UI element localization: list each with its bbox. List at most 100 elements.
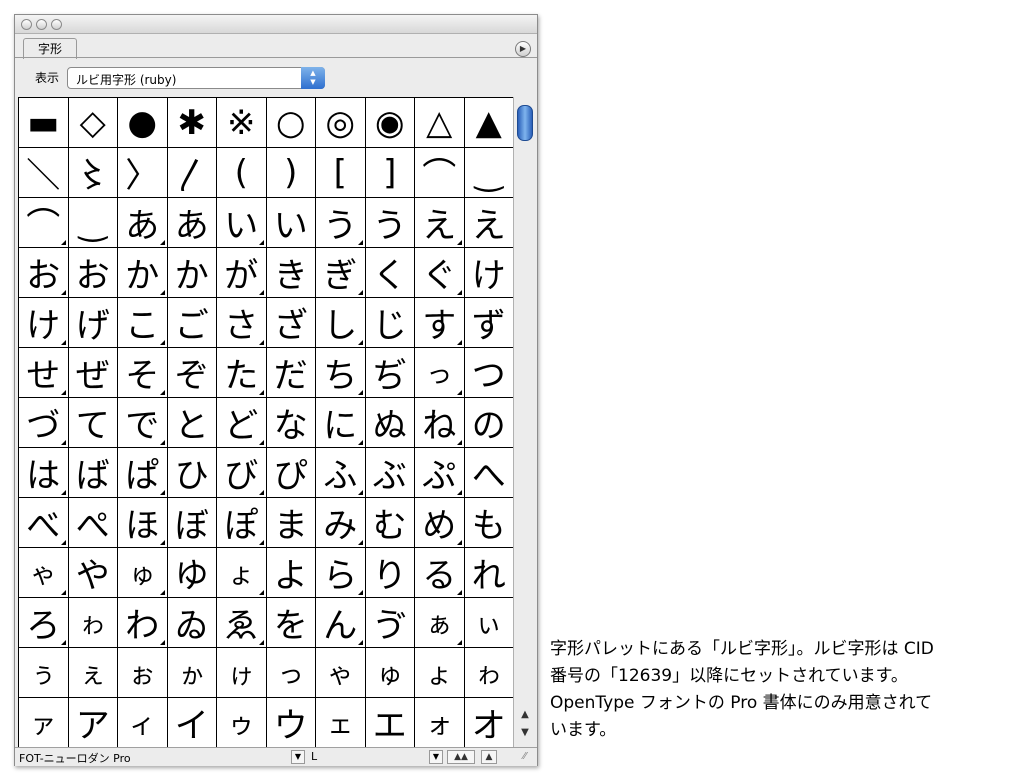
glyph-cell[interactable]: ] (365, 148, 415, 198)
glyph-cell[interactable]: △ (415, 98, 465, 148)
glyph-cell[interactable]: て (68, 398, 118, 448)
glyph-cell[interactable]: ア (68, 698, 118, 748)
glyph-cell[interactable]: れ (464, 548, 514, 598)
zoom-window-button[interactable] (51, 19, 62, 30)
glyph-cell[interactable]: え (415, 198, 465, 248)
glyph-cell[interactable]: だ (266, 348, 316, 398)
glyph-cell[interactable]: ゐ (167, 598, 217, 648)
glyph-cell[interactable]: イ (167, 698, 217, 748)
glyph-cell[interactable]: ど (217, 398, 267, 448)
glyph-cell[interactable]: ご (167, 298, 217, 348)
glyph-cell[interactable]: ◎ (316, 98, 366, 148)
glyph-cell[interactable]: お (19, 248, 69, 298)
font-style-dropdown-icon[interactable]: ▼ (429, 750, 443, 764)
glyph-cell[interactable]: ょ (415, 648, 465, 698)
glyph-cell[interactable]: け (464, 248, 514, 298)
glyph-cell[interactable]: ォ (415, 698, 465, 748)
glyph-cell[interactable]: ゎ (464, 648, 514, 698)
show-select[interactable]: ルビ用字形 (ruby) ▲ ▼ (67, 67, 325, 89)
glyph-cell[interactable]: ぎ (316, 248, 366, 298)
glyph-cell[interactable]: ゖ (217, 648, 267, 698)
glyph-cell[interactable]: ウ (266, 698, 316, 748)
glyph-cell[interactable]: ろ (19, 598, 69, 648)
title-bar[interactable] (15, 15, 537, 34)
glyph-cell[interactable]: な (266, 398, 316, 448)
glyph-cell[interactable]: ＼ (19, 148, 69, 198)
glyph-cell[interactable]: く (365, 248, 415, 298)
glyph-cell[interactable]: び (217, 448, 267, 498)
glyph-cell[interactable]: ○ (266, 98, 316, 148)
glyph-cell[interactable]: ゑ (217, 598, 267, 648)
glyph-cell[interactable]: の (464, 398, 514, 448)
glyph-cell[interactable]: っ (266, 648, 316, 698)
glyph-cell[interactable]: ぶ (365, 448, 415, 498)
glyph-cell[interactable]: ぷ (415, 448, 465, 498)
glyph-cell[interactable]: ゅ (118, 548, 168, 598)
glyph-cell[interactable]: 〳 (167, 148, 217, 198)
glyph-cell[interactable]: ぢ (365, 348, 415, 398)
glyph-cell[interactable]: ゔ (365, 598, 415, 648)
glyph-cell[interactable]: ぐ (415, 248, 465, 298)
glyph-cell[interactable]: ば (68, 448, 118, 498)
glyph-cell[interactable]: う (365, 198, 415, 248)
glyph-cell[interactable]: ぱ (118, 448, 168, 498)
glyph-cell[interactable]: き (266, 248, 316, 298)
glyph-cell[interactable]: ィ (118, 698, 168, 748)
glyph-cell[interactable]: 〉 (118, 148, 168, 198)
glyph-cell[interactable]: [ (316, 148, 366, 198)
glyph-cell[interactable]: よ (266, 548, 316, 598)
glyph-cell[interactable]: ァ (19, 698, 69, 748)
glyph-cell[interactable]: あ (167, 198, 217, 248)
glyph-cell[interactable]: え (464, 198, 514, 248)
glyph-cell[interactable]: ▲ (464, 98, 514, 148)
glyph-cell[interactable]: で (118, 398, 168, 448)
glyph-cell[interactable]: ち (316, 348, 366, 398)
glyph-cell[interactable]: ぁ (415, 598, 465, 648)
glyph-cell[interactable]: っ (415, 348, 465, 398)
glyph-cell[interactable]: る (415, 548, 465, 598)
glyph-cell[interactable]: ェ (316, 698, 366, 748)
glyph-cell[interactable]: べ (19, 498, 69, 548)
glyph-cell[interactable]: と (167, 398, 217, 448)
glyph-cell[interactable]: お (68, 248, 118, 298)
glyph-cell[interactable]: ぇ (68, 648, 118, 698)
glyph-cell[interactable]: げ (68, 298, 118, 348)
glyph-cell[interactable]: ね (415, 398, 465, 448)
glyph-cell[interactable]: じ (365, 298, 415, 348)
glyph-cell[interactable]: わ (118, 598, 168, 648)
glyph-cell[interactable]: ひ (167, 448, 217, 498)
glyph-cell[interactable]: け (19, 298, 69, 348)
glyph-cell[interactable]: ず (464, 298, 514, 348)
glyph-cell[interactable]: ✱ (167, 98, 217, 148)
font-style-field[interactable]: L (311, 750, 317, 763)
glyph-cell[interactable]: ぅ (19, 648, 69, 698)
glyph-cell[interactable]: す (415, 298, 465, 348)
glyph-cell[interactable]: ) (266, 148, 316, 198)
glyph-cell[interactable]: ぜ (68, 348, 118, 398)
glyph-cell[interactable]: も (464, 498, 514, 548)
glyph-cell[interactable]: づ (19, 398, 69, 448)
glyph-cell[interactable]: ぴ (266, 448, 316, 498)
glyph-cell[interactable]: ぃ (464, 598, 514, 648)
glyph-cell[interactable]: た (217, 348, 267, 398)
glyph-cell[interactable]: か (118, 248, 168, 298)
glyph-cell[interactable]: ‿ (464, 148, 514, 198)
glyph-cell[interactable]: を (266, 598, 316, 648)
glyph-cell[interactable]: し (316, 298, 366, 348)
zoom-out-icon[interactable]: ▲▲ (447, 750, 475, 764)
glyph-cell[interactable]: ◇ (68, 98, 118, 148)
glyph-cell[interactable]: か (167, 248, 217, 298)
glyph-cell[interactable]: ゃ (19, 548, 69, 598)
glyph-cell[interactable]: ぉ (118, 648, 168, 698)
resize-grip-icon[interactable]: ⁄⁄ (523, 751, 535, 763)
glyph-cell[interactable]: ◉ (365, 98, 415, 148)
glyph-cell[interactable]: ⌒ (19, 198, 69, 248)
glyph-cell[interactable]: ぬ (365, 398, 415, 448)
glyph-cell[interactable]: ゎ (68, 598, 118, 648)
glyph-cell[interactable]: や (68, 548, 118, 598)
glyph-cell[interactable]: へ (464, 448, 514, 498)
glyph-cell[interactable]: ん (316, 598, 366, 648)
glyph-cell[interactable]: ふ (316, 448, 366, 498)
vertical-scrollbar[interactable]: ▲ ▼ (513, 97, 536, 747)
glyph-cell[interactable]: ょ (217, 548, 267, 598)
